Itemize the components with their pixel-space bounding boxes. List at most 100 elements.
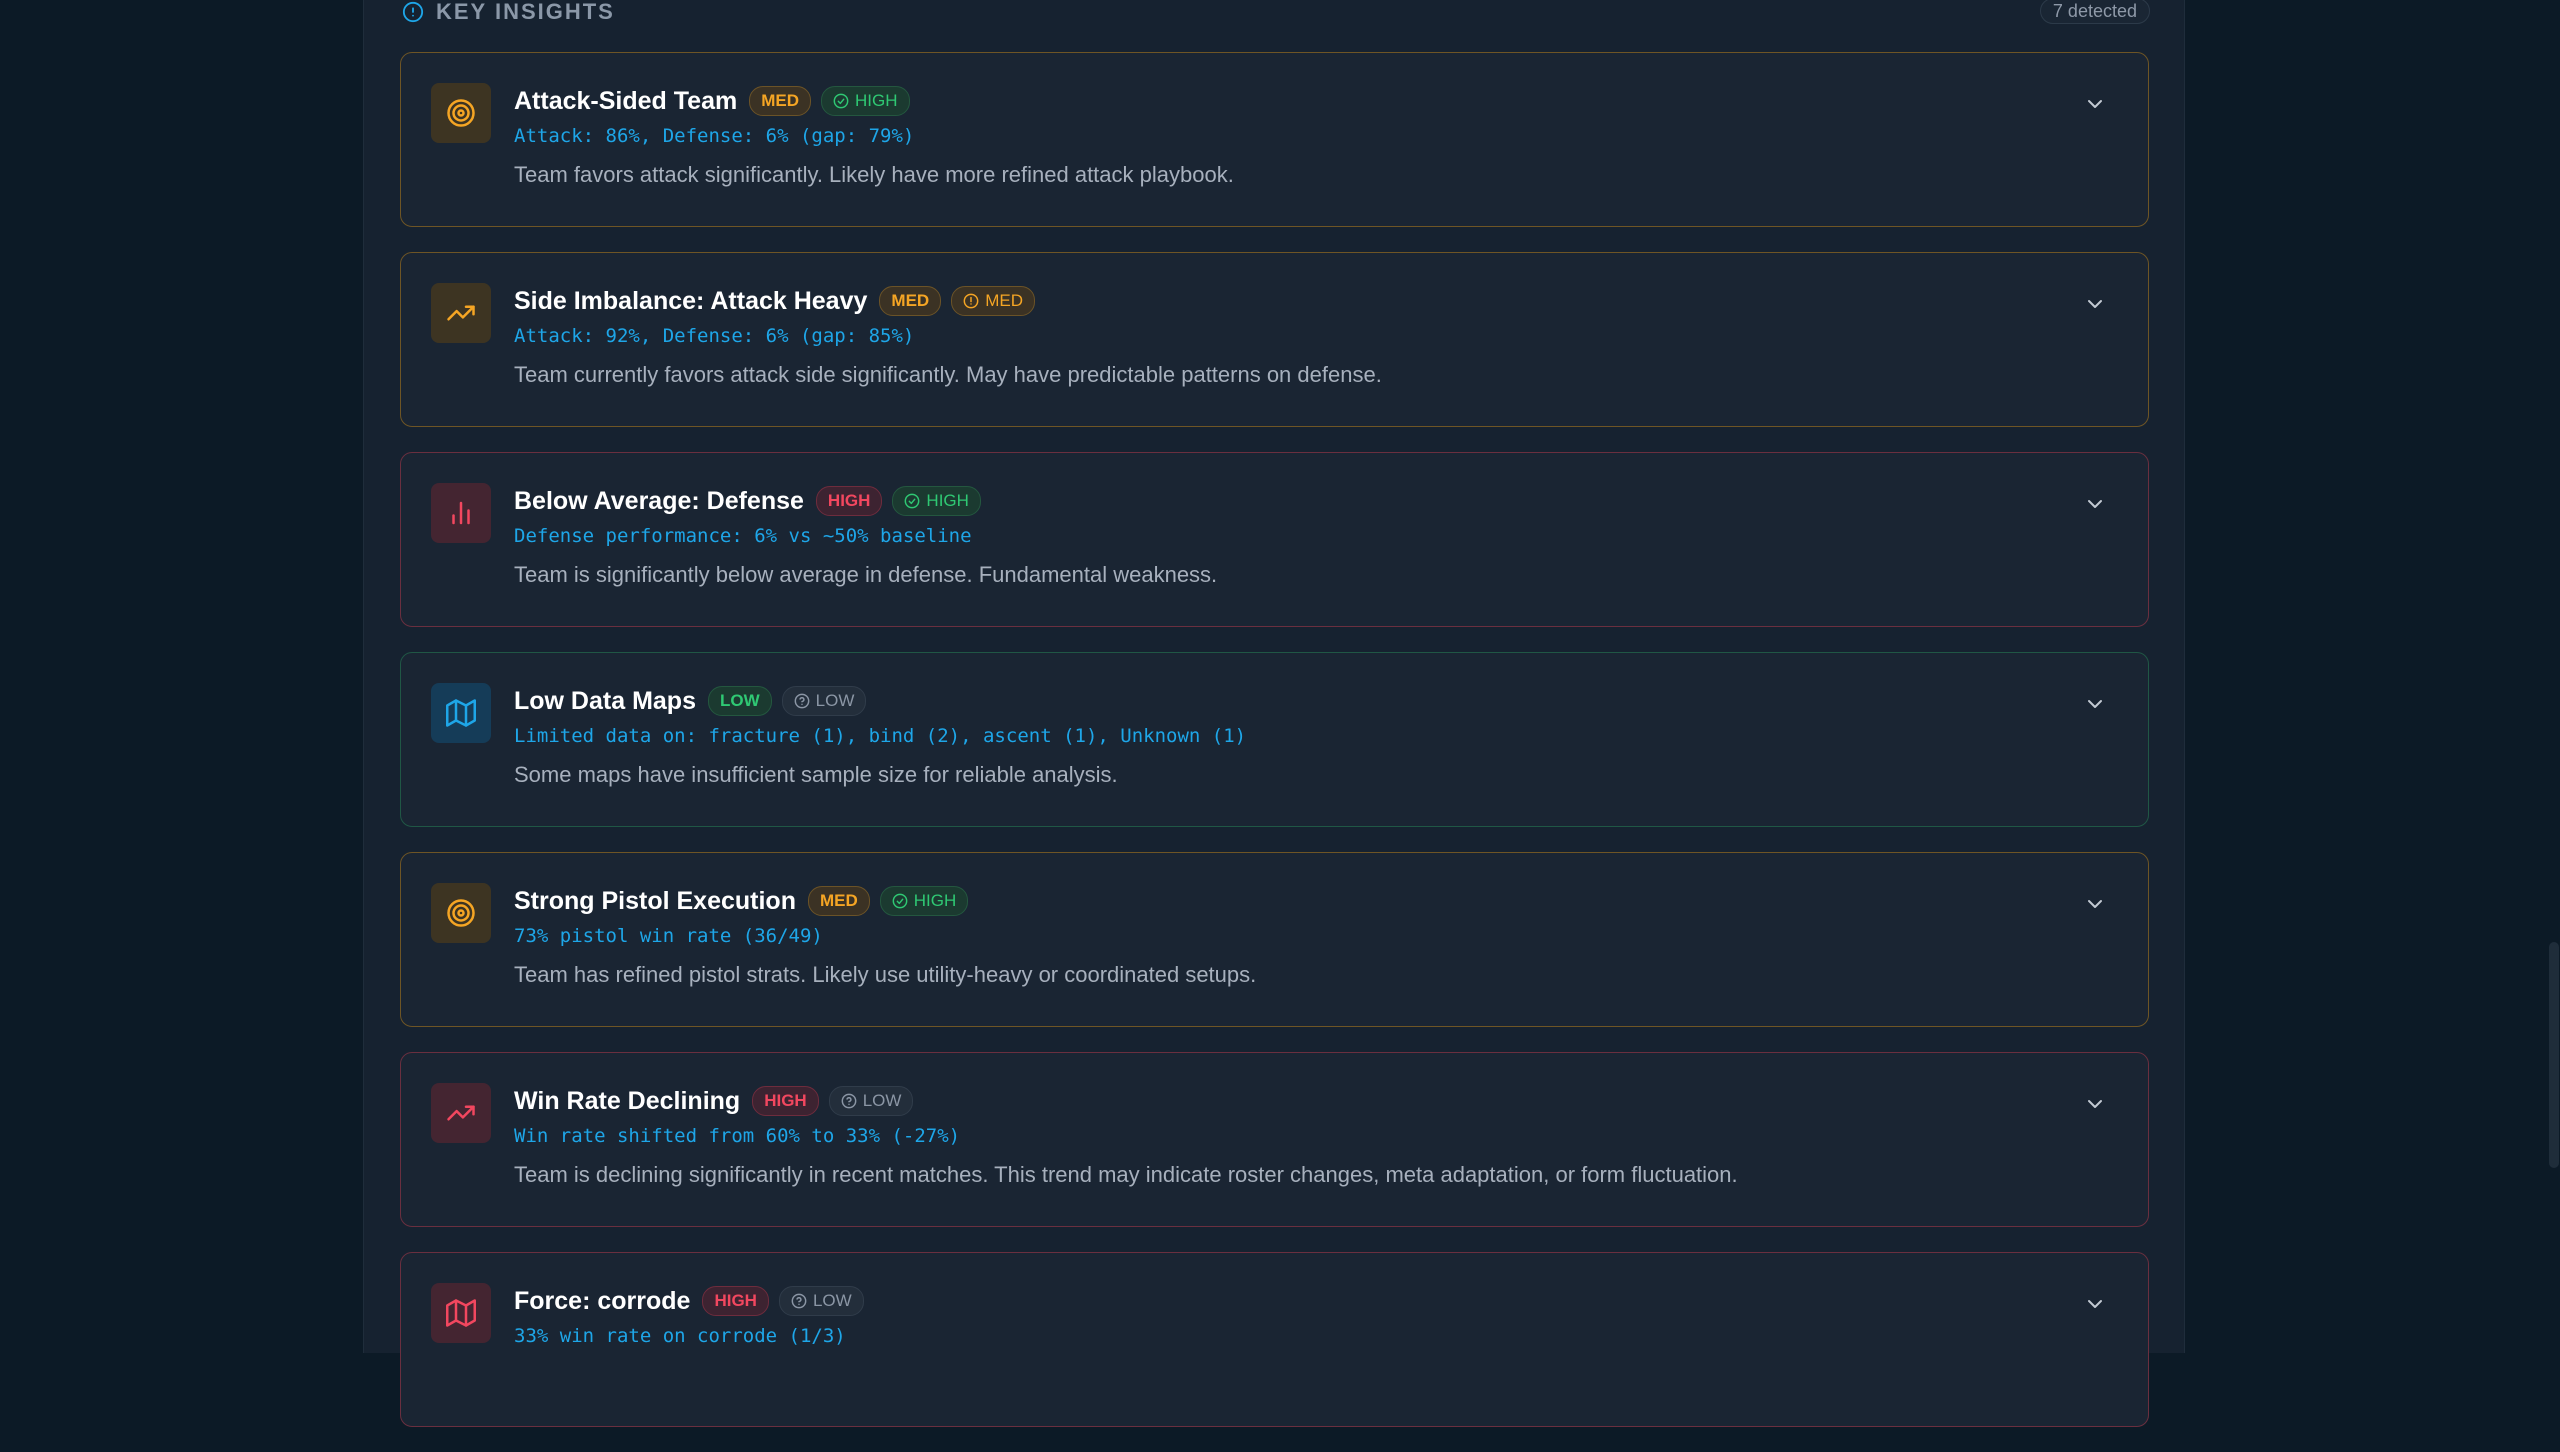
expand-toggle[interactable] xyxy=(2083,692,2107,716)
insight-card[interactable]: map-icon Force: corrode HIGH LOW 33% win… xyxy=(400,1252,2149,1427)
insight-card[interactable]: target-icon Strong Pistol Execution MED … xyxy=(400,852,2149,1027)
insight-metric: Limited data on: fracture (1), bind (2),… xyxy=(514,725,1247,747)
insight-icon-box: map-icon xyxy=(431,683,491,743)
insight-title-row: Side Imbalance: Attack Heavy MED MED xyxy=(514,284,2068,318)
help-circle-icon xyxy=(791,1293,807,1309)
severity-badge: MED xyxy=(749,86,811,116)
chevron-down-icon xyxy=(2083,492,2107,516)
check-circle-icon xyxy=(892,893,908,909)
insight-content: Side Imbalance: Attack Heavy MED MED Att… xyxy=(514,284,2068,388)
severity-badge: LOW xyxy=(707,686,772,716)
severity-label: LOW xyxy=(719,691,760,710)
insight-card[interactable]: trending-up-icon Side Imbalance: Attack … xyxy=(400,252,2149,427)
insight-metric: Defense performance: 6% vs ~50% baseline xyxy=(514,525,972,547)
severity-label: HIGH xyxy=(714,1291,757,1310)
check-circle-icon xyxy=(833,93,849,109)
insight-description: Team currently favors attack side signif… xyxy=(514,362,1382,387)
insight-metric: 73% pistol win rate (36/49) xyxy=(514,925,823,947)
insight-title-row: Win Rate Declining HIGH LOW xyxy=(514,1084,2068,1118)
section-title: KEY INSIGHTS xyxy=(436,0,615,24)
severity-badge: HIGH xyxy=(702,1286,769,1316)
insight-content: Win Rate Declining HIGH LOW Win rate shi… xyxy=(514,1084,2068,1188)
chevron-down-icon xyxy=(2083,292,2107,316)
confidence-badge: LOW xyxy=(781,686,867,716)
expand-toggle[interactable] xyxy=(2083,892,2107,916)
insight-title-row: Low Data Maps LOW LOW xyxy=(514,684,2068,718)
insight-metric: 33% win rate on corrode (1/3) xyxy=(514,1325,846,1347)
severity-badge: HIGH xyxy=(752,1086,819,1116)
insight-icon-box: target-icon xyxy=(431,883,491,943)
insight-content: Strong Pistol Execution MED HIGH 73% pis… xyxy=(514,884,2068,988)
confidence-label: HIGH xyxy=(855,91,898,110)
insight-title: Below Average: Defense xyxy=(514,486,804,515)
insight-icon-box: map-icon xyxy=(431,1283,491,1343)
chevron-down-icon xyxy=(2083,892,2107,916)
confidence-badge: LOW xyxy=(828,1086,914,1116)
confidence-badge: MED xyxy=(951,286,1035,316)
confidence-badge: HIGH xyxy=(821,86,910,116)
severity-label: MED xyxy=(891,291,930,310)
expand-toggle[interactable] xyxy=(2083,1292,2107,1316)
insight-description: Team is declining significantly in recen… xyxy=(514,1162,1738,1187)
insight-card[interactable]: bar-chart-icon Below Average: Defense HI… xyxy=(400,452,2149,627)
severity-label: HIGH xyxy=(827,491,871,510)
insight-icon-box: trending-up-icon xyxy=(431,1083,491,1143)
insight-content: Below Average: Defense HIGH HIGH Defense… xyxy=(514,484,2068,588)
insight-title: Side Imbalance: Attack Heavy xyxy=(514,286,868,315)
severity-label: MED xyxy=(761,91,799,110)
section-title-group: KEY INSIGHTS xyxy=(402,0,615,25)
insight-content: Low Data Maps LOW LOW Limited data on: f… xyxy=(514,684,2068,788)
severity-badge: HIGH xyxy=(815,486,883,516)
chevron-down-icon xyxy=(2083,1092,2107,1116)
chevron-down-icon xyxy=(2083,1292,2107,1316)
severity-badge: MED xyxy=(807,886,870,916)
insight-title: Attack-Sided Team xyxy=(514,86,738,115)
insight-icon-box: trending-up-icon xyxy=(431,283,491,343)
confidence-badge: HIGH xyxy=(879,886,969,916)
insight-card[interactable]: trending-up-icon Win Rate Declining HIGH… xyxy=(400,1052,2149,1227)
insight-content: Attack-Sided Team MED HIGH Attack: 86%, … xyxy=(514,84,2068,188)
insight-icon-box: bar-chart-icon xyxy=(431,483,491,543)
insight-title: Force: corrode xyxy=(514,1286,691,1315)
expand-toggle[interactable] xyxy=(2083,292,2107,316)
insight-description: Team favors attack significantly. Likely… xyxy=(514,162,1234,187)
confidence-label: HIGH xyxy=(926,491,969,510)
insight-description: Team is significantly below average in d… xyxy=(514,562,1218,587)
insight-title: Low Data Maps xyxy=(514,686,696,715)
check-circle-icon xyxy=(904,493,920,509)
help-circle-icon xyxy=(794,693,810,709)
insight-metric: Attack: 86%, Defense: 6% (gap: 79%) xyxy=(514,125,915,147)
confidence-label: LOW xyxy=(812,1291,852,1310)
scrollbar-thumb[interactable] xyxy=(2549,942,2559,1168)
expand-toggle[interactable] xyxy=(2083,492,2107,516)
severity-label: MED xyxy=(819,891,858,910)
severity-label: HIGH xyxy=(764,1091,807,1110)
insight-metric: Attack: 92%, Defense: 6% (gap: 85%) xyxy=(514,325,915,347)
severity-badge: MED xyxy=(879,286,942,316)
insight-icon-box: target-icon xyxy=(431,83,491,143)
insight-description: Some maps have insufficient sample size … xyxy=(514,762,1118,787)
chevron-down-icon xyxy=(2083,92,2107,116)
help-circle-icon xyxy=(841,1093,857,1109)
insight-title-row: Strong Pistol Execution MED HIGH xyxy=(514,884,2068,918)
insight-title: Strong Pistol Execution xyxy=(514,886,796,915)
insight-title-row: Force: corrode HIGH LOW xyxy=(514,1284,2068,1318)
insight-card[interactable]: target-icon Attack-Sided Team MED HIGH A… xyxy=(400,52,2149,227)
confidence-label: MED xyxy=(985,291,1023,310)
confidence-label: LOW xyxy=(815,691,855,710)
expand-toggle[interactable] xyxy=(2083,92,2107,116)
insight-list: target-icon Attack-Sided Team MED HIGH A… xyxy=(400,52,2149,1452)
insight-description: Team has refined pistol strats. Likely u… xyxy=(514,962,1257,987)
confidence-label: LOW xyxy=(862,1091,902,1110)
insight-title-row: Below Average: Defense HIGH HIGH xyxy=(514,484,2068,518)
confidence-badge: HIGH xyxy=(892,486,981,516)
info-circle-icon xyxy=(402,1,424,23)
expand-toggle[interactable] xyxy=(2083,1092,2107,1116)
insight-title: Win Rate Declining xyxy=(514,1086,741,1115)
confidence-badge: LOW xyxy=(778,1286,864,1316)
insight-card[interactable]: map-icon Low Data Maps LOW LOW Limited d… xyxy=(400,652,2149,827)
insight-count-badge: 7 detected xyxy=(2039,0,2150,24)
insight-content: Force: corrode HIGH LOW 33% win rate on … xyxy=(514,1284,2068,1362)
insight-title-row: Attack-Sided Team MED HIGH xyxy=(514,84,2068,118)
alert-circle-icon xyxy=(963,293,979,309)
